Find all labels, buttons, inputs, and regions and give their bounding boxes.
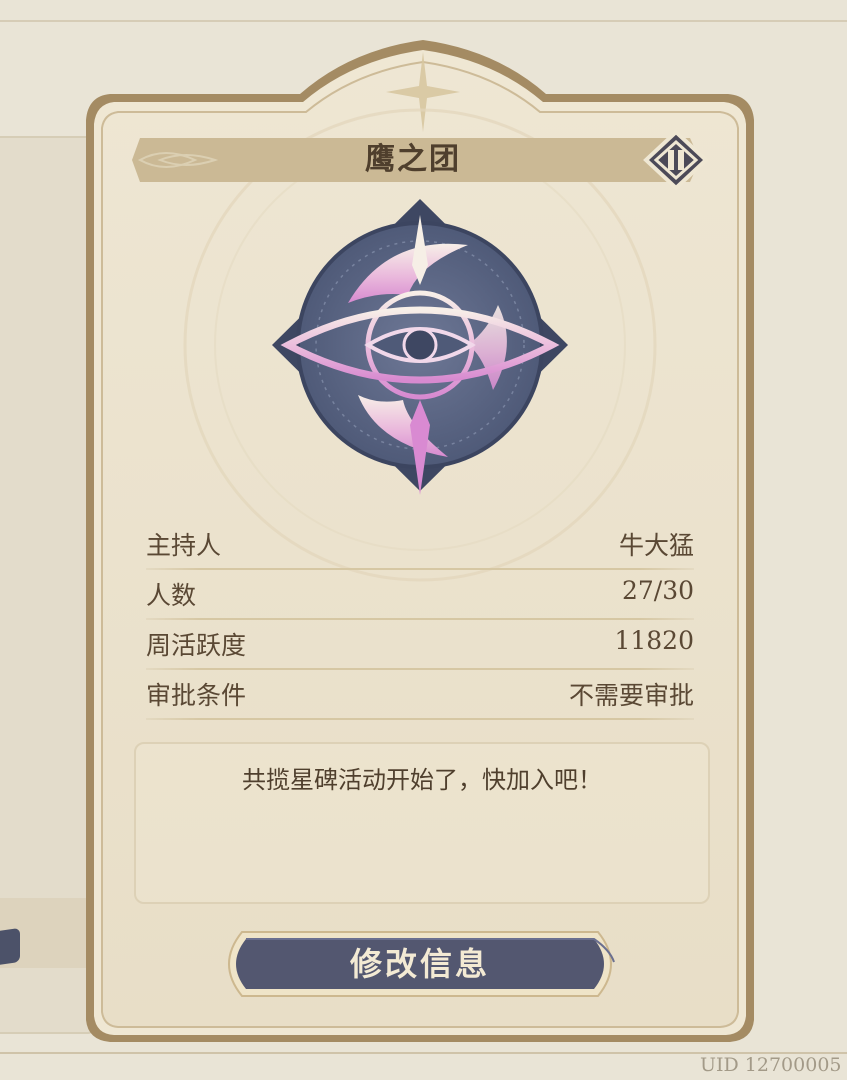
guild-eye-emblem	[268, 195, 573, 495]
info-label: 周活跃度	[146, 631, 247, 660]
info-value: 27/30	[621, 576, 694, 605]
info-value: 11820	[614, 626, 694, 655]
info-label: 人数	[146, 581, 197, 610]
info-label: 审批条件	[146, 681, 247, 710]
info-row-host: 主持人 牛大猛	[146, 520, 694, 570]
guild-name: 鹰之团	[365, 142, 461, 177]
row-divider	[146, 718, 694, 720]
player-uid: UID 12700005	[700, 1054, 842, 1076]
guild-info-list: 主持人 牛大猛 人数 27/30 周活跃度 11820 审批条件 不需要审批	[146, 520, 694, 720]
info-label: 主持人	[146, 531, 222, 560]
edit-info-button-label: 修改信息	[349, 945, 490, 983]
info-value: 不需要审批	[568, 681, 694, 710]
swap-diamond-icon[interactable]	[642, 128, 710, 192]
info-value: 牛大猛	[618, 531, 694, 560]
guild-title-bar: 鹰之团	[132, 137, 694, 183]
info-row-approval: 审批条件 不需要审批	[146, 670, 694, 720]
edit-info-button[interactable]: 修改信息	[212, 928, 628, 1000]
guild-info-card: 鹰之团 主持人 牛大猛 人数 27/30 周活跃度 11820 审批条件 不需要…	[0, 0, 847, 1080]
info-row-weekly-activity: 周活跃度 11820	[146, 620, 694, 670]
info-row-members: 人数 27/30	[146, 570, 694, 620]
guild-announcement-box: 共揽星碑活动开始了，快加入吧！	[134, 742, 710, 904]
guild-announcement-text: 共揽星碑活动开始了，快加入吧！	[242, 766, 602, 794]
